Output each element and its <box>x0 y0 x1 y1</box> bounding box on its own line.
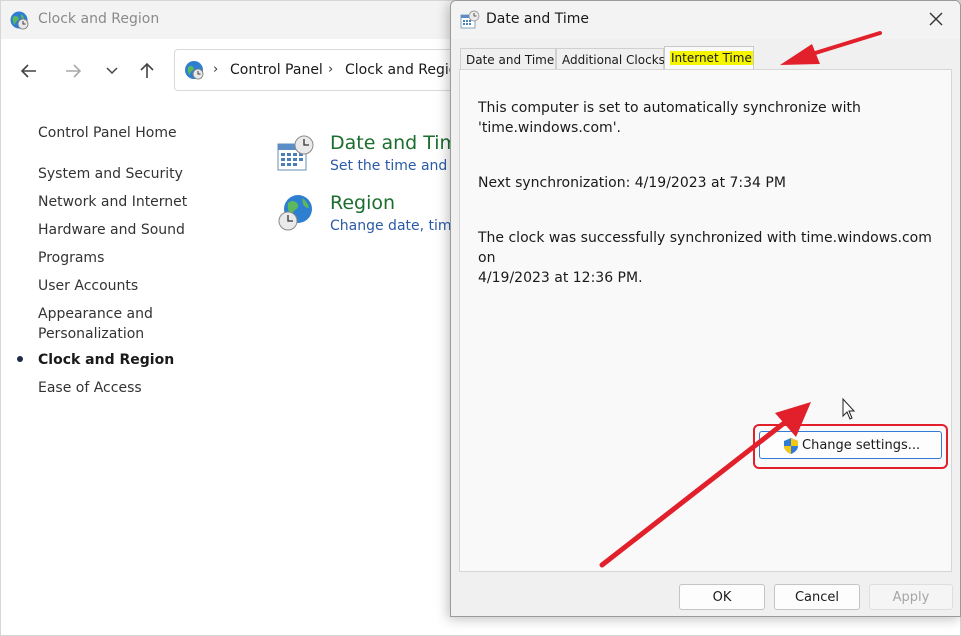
globe-clock-icon <box>10 11 29 30</box>
up-button[interactable] <box>135 59 159 83</box>
category-date-and-time-title[interactable]: Date and Time <box>330 132 470 154</box>
breadcrumb-clock-and-region[interactable]: Clock and Regio <box>345 62 457 78</box>
cancel-button[interactable]: Cancel <box>774 584 860 610</box>
breadcrumb-control-panel[interactable]: Control Panel <box>230 62 323 78</box>
address-bar[interactable]: › Control Panel › Clock and Regio <box>174 49 474 91</box>
sync-description: This computer is set to automatically sy… <box>478 98 938 138</box>
result-line-1: The clock was successfully synchronized … <box>478 230 932 266</box>
forward-arrow-icon <box>66 64 82 78</box>
sidebar-item-clock-and-region[interactable]: Clock and Region <box>38 350 174 370</box>
back-arrow-icon <box>20 64 36 78</box>
dialog-title: Date and Time <box>486 11 589 27</box>
date-and-time-dialog: Date and Time Date and Time Additional C… <box>450 0 961 617</box>
tab-label: Date and Time <box>466 53 555 67</box>
result-line-2: 4/19/2023 at 12:36 PM. <box>478 270 643 286</box>
calendar-clock-icon[interactable] <box>276 134 316 174</box>
forward-button[interactable] <box>61 59 85 83</box>
calendar-clock-icon <box>460 10 480 29</box>
ok-button[interactable]: OK <box>679 584 765 610</box>
sidebar-item-appearance[interactable]: Appearance and <box>38 304 153 324</box>
sidebar-item-control-panel-home[interactable]: Control Panel Home <box>38 123 177 143</box>
change-settings-button[interactable]: Change settings... <box>759 431 942 459</box>
sync-result: The clock was successfully synchronized … <box>478 228 938 288</box>
up-arrow-icon <box>140 62 154 78</box>
category-region-title[interactable]: Region <box>330 192 395 214</box>
shield-icon <box>784 438 798 454</box>
next-sync-text: Next synchronization: 4/19/2023 at 7:34 … <box>478 175 786 191</box>
sidebar-item-user-accounts[interactable]: User Accounts <box>38 276 138 296</box>
sidebar-item-hardware-and-sound[interactable]: Hardware and Sound <box>38 220 185 240</box>
chevron-down-icon <box>106 67 118 75</box>
apply-button: Apply <box>869 584 953 610</box>
sync-line-1: This computer is set to automatically sy… <box>478 100 861 116</box>
window-title: Clock and Region <box>38 11 160 27</box>
internet-time-panel: This computer is set to automatically sy… <box>459 69 952 572</box>
sidebar-item-programs[interactable]: Programs <box>38 248 104 268</box>
category-date-and-time-link[interactable]: Set the time and d <box>330 158 461 174</box>
back-button[interactable] <box>17 59 41 83</box>
tab-label: Additional Clocks <box>562 53 665 67</box>
sidebar-item-network-and-internet[interactable]: Network and Internet <box>38 192 187 212</box>
recent-locations-button[interactable] <box>100 59 124 83</box>
tab-label: Internet Time <box>670 51 753 65</box>
sidebar-item-ease-of-access[interactable]: Ease of Access <box>38 378 142 398</box>
change-settings-label: Change settings... <box>802 438 921 453</box>
globe-icon[interactable] <box>276 193 316 233</box>
sync-line-2: 'time.windows.com'. <box>478 120 621 136</box>
breadcrumb-separator: › <box>328 62 334 77</box>
sidebar-item-personalization[interactable]: Personalization <box>38 324 144 344</box>
active-bullet <box>17 356 23 362</box>
category-region-link[interactable]: Change date, time <box>330 218 460 234</box>
close-icon[interactable] <box>926 9 946 29</box>
sidebar-item-system-and-security[interactable]: System and Security <box>38 164 183 184</box>
tab-date-and-time[interactable]: Date and Time <box>460 48 556 70</box>
tab-additional-clocks[interactable]: Additional Clocks <box>556 48 665 70</box>
dialog-titlebar: Date and Time <box>451 1 960 39</box>
breadcrumb-separator: › <box>213 62 219 77</box>
tab-internet-time[interactable]: Internet Time <box>664 46 754 70</box>
globe-clock-icon <box>185 61 204 80</box>
